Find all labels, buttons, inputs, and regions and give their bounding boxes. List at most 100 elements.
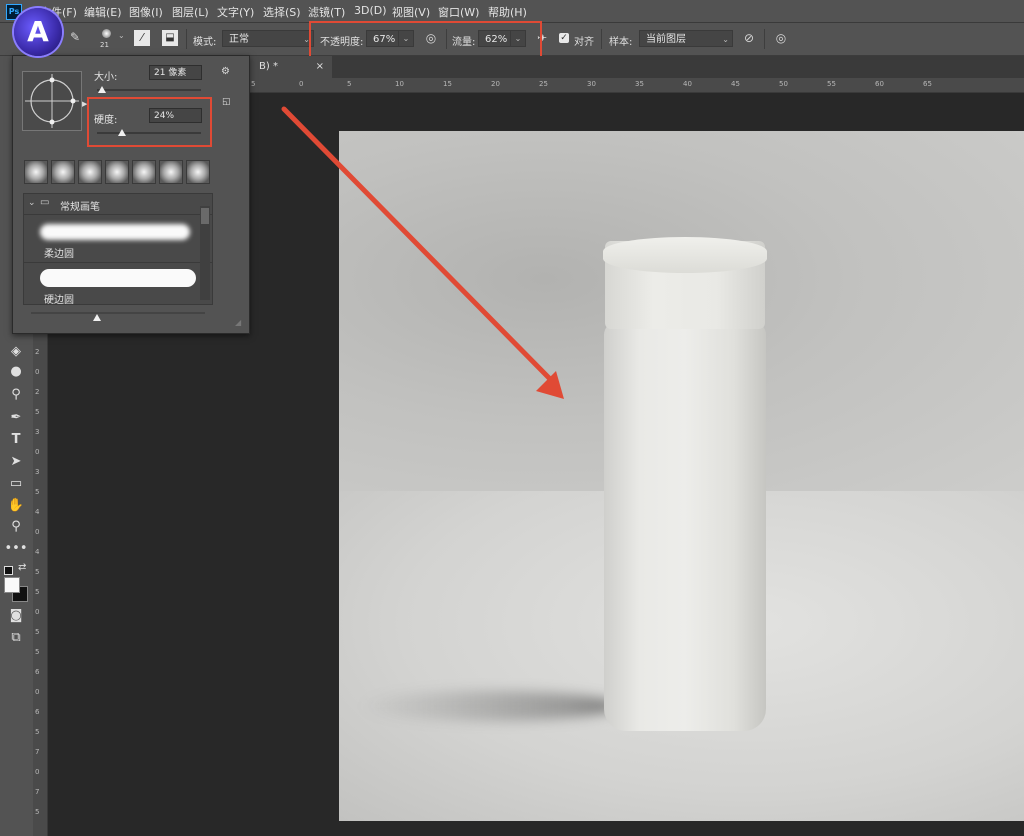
chevron-down-icon[interactable]: ⌄	[118, 31, 125, 40]
align-checkbox[interactable]: ✓	[559, 33, 569, 43]
default-colors-icon[interactable]	[4, 566, 13, 575]
brush-tip-soft-6[interactable]	[159, 160, 183, 184]
pen-icon[interactable]: ✒	[4, 408, 28, 428]
more-tools-icon[interactable]: •••	[4, 539, 28, 559]
size-input[interactable]: 21 像素	[149, 65, 202, 80]
size-slider-thumb[interactable]	[98, 86, 107, 93]
ruler-tick-label: 60	[875, 80, 884, 88]
menu-filter[interactable]: 滤镜(T)	[308, 4, 345, 20]
ruler-tick-label: 30	[587, 80, 596, 88]
preview-size-slider[interactable]	[31, 312, 205, 314]
brush-angle-diagram	[25, 74, 79, 128]
ruler-tick-label: 40	[683, 80, 692, 88]
clone-source-panel-icon[interactable]: ⬓	[162, 30, 178, 46]
ruler-tick-label: 5	[251, 80, 256, 88]
paint-bucket-icon[interactable]: ◈	[4, 342, 28, 362]
brush-tool-icon[interactable]: ✎	[66, 28, 84, 46]
brush-preset-picker[interactable]: 21	[96, 27, 118, 51]
hand-icon[interactable]: ✋	[4, 496, 28, 516]
mode-label: 模式:	[193, 37, 217, 48]
ruler-tick-label: 0	[35, 448, 40, 456]
ruler-tick-label: 6	[35, 708, 40, 716]
size-slider-track[interactable]	[97, 89, 201, 91]
annotation-box-opacity-flow	[309, 21, 542, 60]
menu-edit[interactable]: 编辑(E)	[84, 4, 122, 20]
zoom-icon[interactable]: ⚲	[4, 517, 28, 537]
brush-preset-list: ⌄ ▭ 常规画笔 柔边圆 硬边圆	[23, 193, 213, 305]
menu-image[interactable]: 图像(I)	[129, 4, 163, 20]
preset-hard-round[interactable]: 硬边圆	[44, 291, 74, 304]
ruler-tick-label: 5	[347, 80, 352, 88]
scrollbar-thumb[interactable]	[201, 208, 209, 224]
ruler-tick-label: 0	[35, 368, 40, 376]
size-label: 大小:	[94, 72, 118, 83]
rectangle-icon[interactable]: ▭	[4, 474, 28, 494]
ruler-tick-label: 10	[395, 80, 404, 88]
ruler-tick-label: 15	[443, 80, 452, 88]
reset-brush-icon[interactable]: ◱	[222, 97, 231, 107]
brush-tip-soft-3[interactable]	[78, 160, 102, 184]
brush-angle-preview[interactable]	[22, 71, 82, 131]
preview-size-thumb[interactable]	[93, 314, 101, 321]
ruler-tick-label: 5	[35, 808, 40, 816]
bottle-body	[604, 321, 766, 731]
ruler-tick-label: 5	[35, 728, 40, 736]
ruler-tick-label: 6	[35, 668, 40, 676]
annotation-box-hardness	[87, 97, 212, 147]
horizontal-ruler: 5 0 5 10 15 20 25 30 35 40 45 50 55 60 65	[247, 78, 1024, 93]
menu-3d[interactable]: 3D(D)	[354, 4, 387, 17]
mode-select[interactable]: 正常 ⌄	[222, 30, 314, 47]
brush-dot-icon	[102, 29, 111, 38]
sample-value: 当前图层	[646, 34, 686, 45]
ruler-tick-label: 4	[35, 548, 40, 556]
ruler-tick-label: 55	[827, 80, 836, 88]
quick-mask-icon[interactable]: ◙	[4, 606, 28, 626]
brush-tip-soft-5[interactable]	[132, 160, 156, 184]
ruler-tick-label: 20	[491, 80, 500, 88]
ruler-tick-label: 0	[35, 688, 40, 696]
menu-layer[interactable]: 图层(L)	[172, 4, 209, 20]
close-tab-icon[interactable]: ×	[316, 56, 324, 78]
hard-round-stroke-preview[interactable]	[40, 269, 196, 287]
brush-tip-soft-7[interactable]	[186, 160, 210, 184]
document-tab-title: B) *	[259, 61, 278, 72]
document-tab[interactable]: B) * ×	[247, 56, 332, 78]
brush-settings-panel-icon[interactable]: ⁄	[134, 30, 150, 46]
ruler-tick-label: 5	[35, 628, 40, 636]
foreground-color-swatch[interactable]	[4, 577, 20, 593]
ruler-tick-label: 7	[35, 788, 40, 796]
preset-soft-round[interactable]: 柔边圆	[44, 245, 74, 260]
brush-group-label: 常规画笔	[60, 202, 100, 213]
ignore-adjustment-layers-icon[interactable]: ⊘	[740, 29, 758, 47]
pressure-size-icon[interactable]: ◎	[772, 29, 790, 47]
screen-mode-icon[interactable]: ⧉	[4, 628, 28, 648]
preset-scrollbar[interactable]	[200, 206, 210, 300]
path-select-icon[interactable]: ➤	[4, 452, 28, 472]
resize-grip-icon[interactable]: ◢	[235, 318, 241, 327]
chevron-down-icon[interactable]: ⌄	[28, 198, 36, 208]
sample-select[interactable]: 当前图层 ⌄	[639, 30, 733, 47]
blur-drop-icon[interactable]: ●	[4, 362, 28, 382]
brush-tip-soft-2[interactable]	[51, 160, 75, 184]
menu-type[interactable]: 文字(Y)	[217, 4, 254, 20]
site-logo: A	[14, 8, 62, 56]
menu-help[interactable]: 帮助(H)	[488, 4, 527, 20]
dodge-icon[interactable]: ⚲	[4, 385, 28, 405]
menu-view[interactable]: 视图(V)	[392, 4, 430, 20]
menu-bar: Ps 文件(F) 编辑(E) 图像(I) 图层(L) 文字(Y) 选择(S) 滤…	[0, 0, 1024, 23]
menu-select[interactable]: 选择(S)	[263, 4, 301, 20]
menu-window[interactable]: 窗口(W)	[438, 4, 479, 20]
annotation-arrow	[281, 106, 564, 399]
ruler-tick-label: 0	[35, 608, 40, 616]
bottle-lid	[603, 237, 767, 273]
brush-tip-soft-1[interactable]	[24, 160, 48, 184]
gear-icon[interactable]: ⚙	[221, 66, 230, 77]
swap-colors-icon[interactable]: ⇄	[18, 562, 26, 573]
ruler-tick-label: 5	[35, 488, 40, 496]
brush-tip-soft-4[interactable]	[105, 160, 129, 184]
ruler-tick-label: 4	[35, 508, 40, 516]
ruler-tick-label: 3	[35, 428, 40, 436]
type-tool-icon[interactable]: T	[4, 430, 28, 450]
soft-round-stroke-preview[interactable]	[40, 224, 190, 240]
ruler-tick-label: 50	[779, 80, 788, 88]
